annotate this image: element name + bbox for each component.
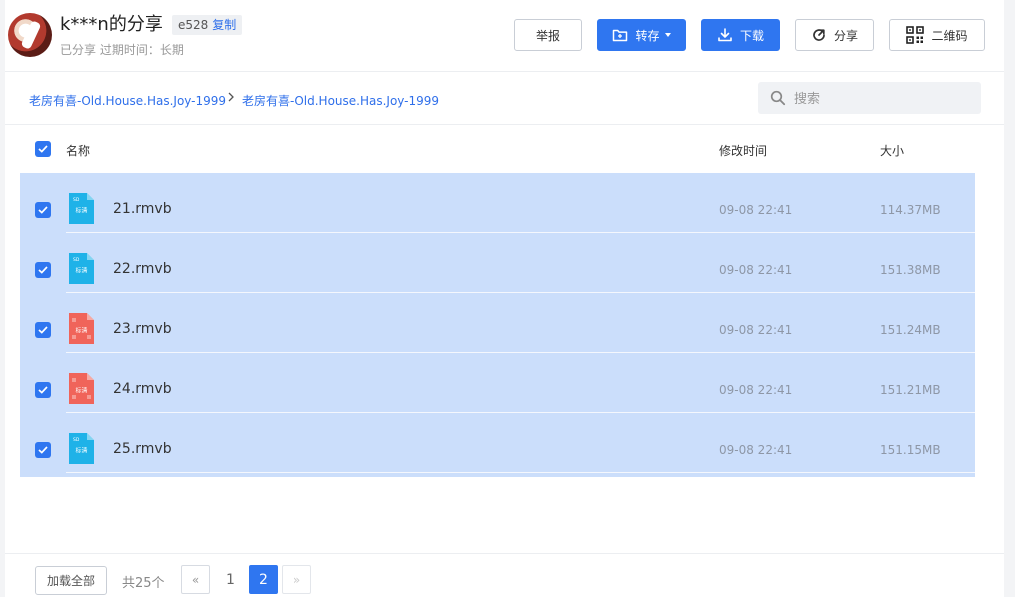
share-refresh-icon [813,29,825,41]
file-modified-time: 09-08 22:41 [719,443,793,457]
video-file-blue-icon: SD 标清 [69,433,94,464]
table-row[interactable]: SD 标清 25.rmvb 09-08 22:41 151.15MB [20,413,975,473]
video-file-blue-icon: SD 标清 [69,253,94,284]
prev-page-button[interactable]: « [181,565,210,594]
share-header: k***n的分享 e528 复制 已分享 过期时间：长期 举报 转存 下载 分享… [5,0,1004,72]
svg-text:SD: SD [73,437,80,443]
column-header-size[interactable]: 大小 [880,142,904,159]
table-row[interactable]: 标清 24.rmvb 09-08 22:41 151.21MB [20,353,975,413]
file-quality-badge: 标清 [75,447,87,455]
pagination-bar: 加载全部 共25个 « 1 2 » [5,553,1004,597]
download-button[interactable]: 下载 [701,19,780,51]
row-checkbox[interactable] [35,382,51,398]
report-button-label: 举报 [535,28,560,43]
share-title: k***n的分享 [60,14,163,35]
row-divider [66,472,975,473]
file-modified-time: 09-08 22:41 [719,203,793,217]
share-meta: 已分享 过期时间：长期 [60,43,184,57]
file-name[interactable]: 22.rmvb [113,261,172,277]
table-row[interactable]: SD 标清 21.rmvb 09-08 22:41 114.37MB [20,173,975,233]
file-quality-badge: 标清 [75,267,87,275]
file-name[interactable]: 25.rmvb [113,441,172,457]
save-to-drive-button[interactable]: 转存 [597,19,686,51]
file-modified-time: 09-08 22:41 [719,263,793,277]
chevron-down-icon [664,33,671,37]
file-quality-badge: 标清 [75,387,87,395]
load-all-button[interactable]: 加载全部 [35,566,107,595]
video-file-blue-icon: SD 标清 [69,193,94,224]
file-name[interactable]: 21.rmvb [113,201,172,217]
file-modified-time: 09-08 22:41 [719,323,793,337]
row-checkbox[interactable] [35,262,51,278]
search-box [758,82,981,114]
check-icon [38,266,48,274]
file-name[interactable]: 23.rmvb [113,321,172,337]
check-icon [38,206,48,214]
copy-code-link[interactable]: 复制 [212,18,236,32]
row-checkbox[interactable] [35,442,51,458]
file-list: SD 标清 21.rmvb 09-08 22:41 114.37MB SD 标清 22.rmv… [20,173,975,477]
svg-text:SD: SD [73,257,80,263]
select-all-checkbox[interactable] [35,141,51,157]
check-icon [38,326,48,334]
qrcode-button[interactable]: 二维码 [889,19,985,51]
video-file-red-icon: 标清 [69,313,94,344]
file-quality-badge: 标清 [75,327,87,335]
table-header: 名称 修改时间 大小 [20,125,975,173]
folder-icon [613,29,628,42]
row-checkbox[interactable] [35,202,51,218]
video-file-red-icon: 标清 [69,373,94,404]
breadcrumb-item-parent[interactable]: 老房有喜-Old.House.Has.Joy-1999 [29,92,226,109]
save-button-label: 转存 [635,28,660,43]
file-size: 151.38MB [880,263,941,277]
table-row[interactable]: SD 标清 22.rmvb 09-08 22:41 151.38MB [20,233,975,293]
file-size: 151.15MB [880,443,941,457]
check-icon [38,446,48,454]
report-button[interactable]: 举报 [514,19,582,51]
check-icon [38,145,48,153]
download-button-label: 下载 [739,28,764,43]
column-header-name[interactable]: 名称 [66,142,90,159]
search-input[interactable] [794,82,974,114]
page-button-1[interactable]: 1 [216,565,245,594]
chevron-right-icon [228,92,234,102]
file-name[interactable]: 24.rmvb [113,381,172,397]
breadcrumb: 老房有喜-Old.House.Has.Joy-1999 老房有喜-Old.Hou… [5,72,1004,125]
qrcode-icon [906,26,925,44]
download-icon [718,28,732,42]
column-header-modified[interactable]: 修改时间 [719,142,767,159]
file-size: 151.24MB [880,323,941,337]
share-button[interactable]: 分享 [795,19,874,51]
share-code: e528 [178,18,209,32]
file-size: 151.21MB [880,383,941,397]
table-row[interactable]: 标清 23.rmvb 09-08 22:41 151.24MB [20,293,975,353]
qrcode-button-label: 二维码 [931,28,968,43]
file-quality-badge: 标清 [75,207,87,215]
page-button-2[interactable]: 2 [249,565,278,594]
next-page-button[interactable]: » [282,565,311,594]
svg-text:SD: SD [73,197,80,203]
file-modified-time: 09-08 22:41 [719,383,793,397]
share-button-label: 分享 [833,28,858,43]
search-icon[interactable] [770,90,786,106]
breadcrumb-item-current[interactable]: 老房有喜-Old.House.Has.Joy-1999 [242,92,439,109]
check-icon [38,386,48,394]
total-count: 共25个 [122,576,165,591]
share-code-badge: e528 复制 [172,15,243,35]
file-size: 114.37MB [880,203,941,217]
avatar [8,13,52,57]
row-checkbox[interactable] [35,322,51,338]
share-page: k***n的分享 e528 复制 已分享 过期时间：长期 举报 转存 下载 分享… [5,0,1004,597]
